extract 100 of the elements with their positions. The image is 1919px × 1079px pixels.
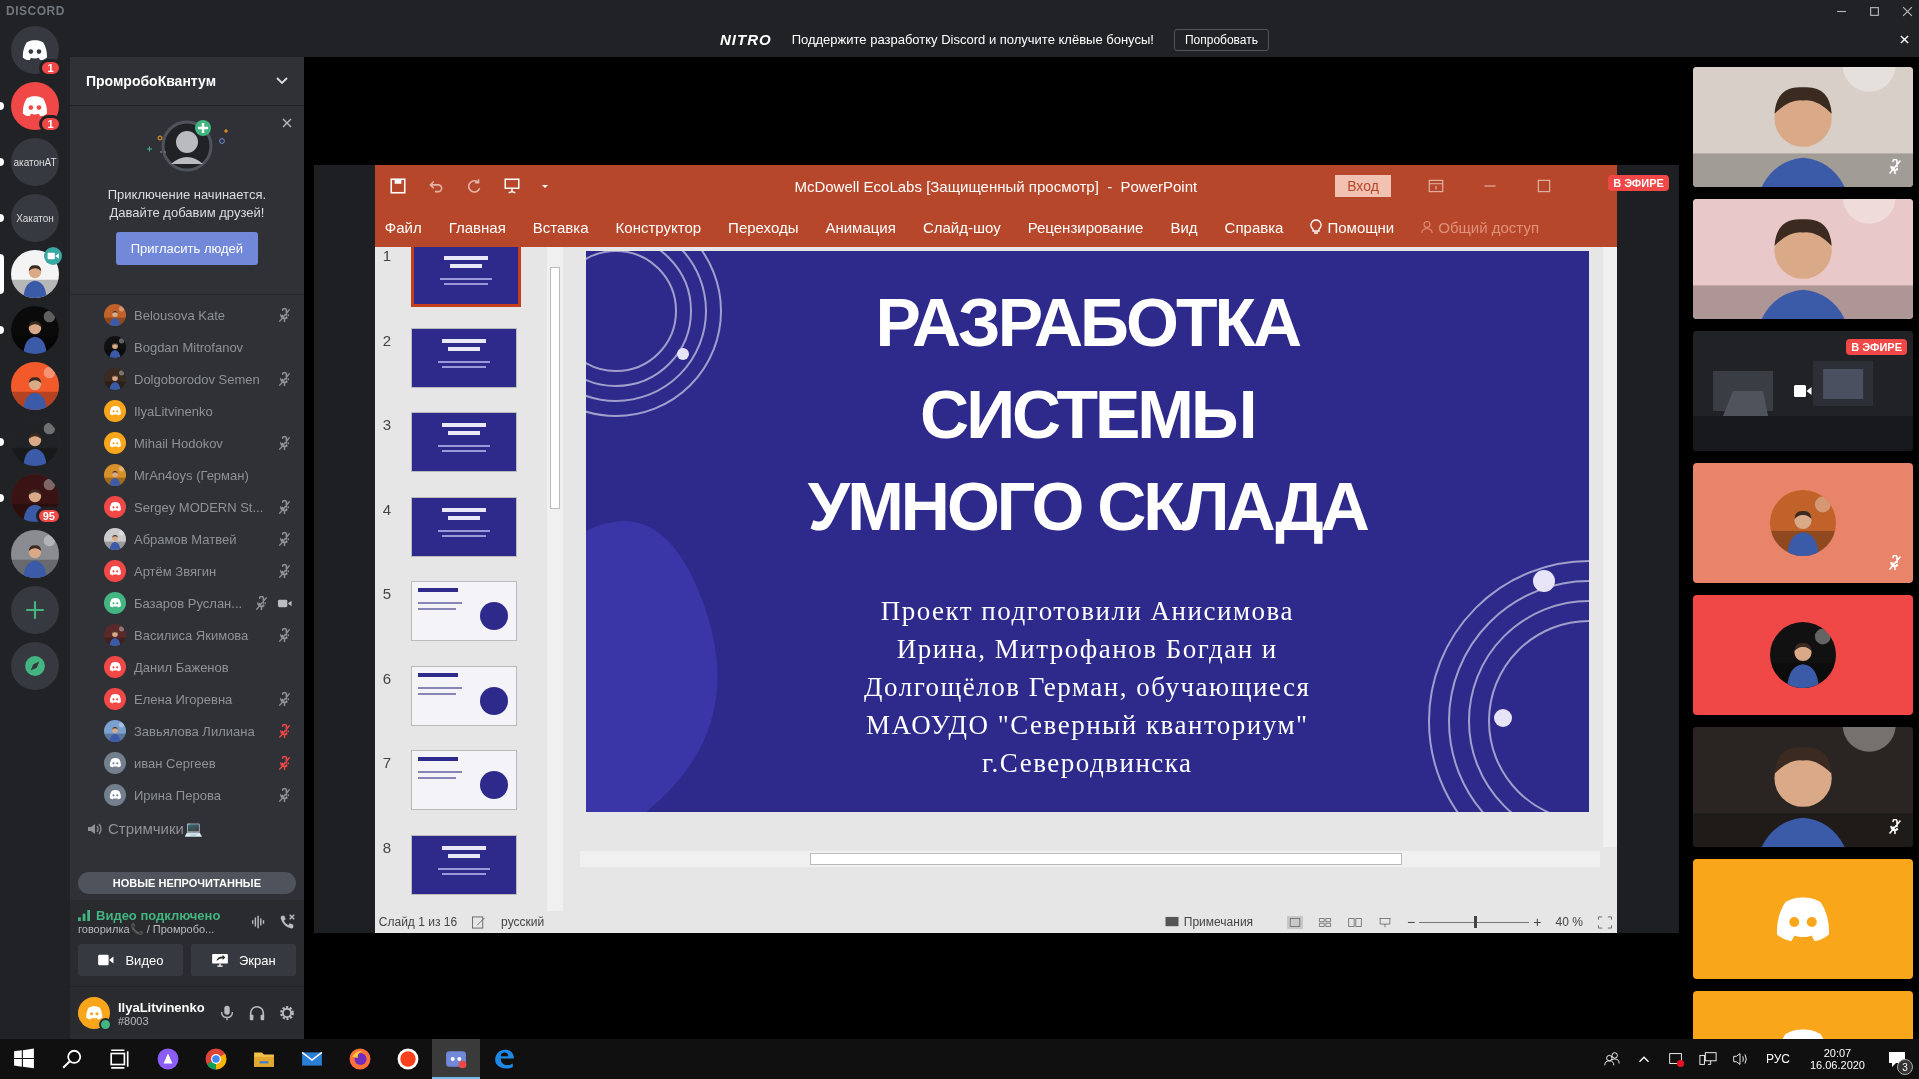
language-label[interactable]: русский: [501, 915, 545, 929]
voice-member[interactable]: Данил Баженов: [104, 654, 292, 680]
menu-tab[interactable]: Справка: [1224, 218, 1284, 236]
voice-member[interactable]: IlyaLitvinenko: [104, 398, 292, 424]
voice-member[interactable]: Ирина Перова: [104, 782, 292, 808]
close-icon[interactable]: [1902, 5, 1913, 17]
menu-tab[interactable]: Конструктор: [615, 218, 702, 236]
slide-number: 8: [382, 838, 393, 856]
slide-thumbnail[interactable]: [410, 412, 517, 472]
voice-action-button[interactable]: Экран: [190, 944, 296, 976]
task-view-icon: [109, 1048, 131, 1070]
network-icon[interactable]: [1698, 1050, 1717, 1068]
server-button[interactable]: [11, 26, 59, 74]
grid-view-icon[interactable]: [1317, 915, 1334, 929]
member-name: Данил Баженов: [134, 659, 230, 675]
save-icon[interactable]: [388, 177, 407, 195]
video-tile[interactable]: [1692, 595, 1913, 715]
promo-text: Поддержите разработку Discord и получите клёвые бонусы!: [791, 32, 1154, 47]
voice-member[interactable]: Bogdan Mitrofanov: [104, 334, 292, 360]
slide-thumbnail[interactable]: [410, 327, 517, 388]
video-tile[interactable]: [1692, 859, 1913, 979]
voice-member[interactable]: Dolgoborodov Semen: [104, 366, 292, 392]
voice-channel[interactable]: Стримчики💻: [86, 820, 304, 838]
voice-member[interactable]: Mihail Hodokov: [104, 430, 292, 456]
spellcheck-icon[interactable]: [471, 915, 488, 929]
voice-member[interactable]: Елена Игоревна: [104, 686, 292, 712]
app-title: DISCORD: [6, 4, 65, 18]
camera-icon: [1792, 383, 1813, 399]
scrollbar[interactable]: [1602, 247, 1617, 847]
dropdown-icon[interactable]: [540, 182, 549, 190]
menu-tab[interactable]: Слайд-шоу: [922, 218, 1001, 236]
voice-member[interactable]: Завьялова Лилиана: [104, 718, 292, 744]
maximize-icon[interactable]: [1869, 5, 1880, 17]
slide-thumbnail[interactable]: [410, 750, 517, 810]
video-tile[interactable]: [1692, 463, 1913, 583]
notes-button[interactable]: Примечания: [1163, 915, 1254, 929]
server-button[interactable]: Хакатон: [11, 194, 59, 242]
notes-icon: [1163, 915, 1180, 929]
connection-status: Видео подключено: [96, 908, 221, 923]
new-unread-banner[interactable]: НОВЫЕ НЕПРОЧИТАННЫЕ: [78, 872, 296, 894]
sign-in-button[interactable]: Вход: [1335, 175, 1391, 197]
menu-tab[interactable]: Вид: [1170, 218, 1198, 236]
zoom-slider[interactable]: − +: [1407, 914, 1542, 930]
reading-view-icon[interactable]: [1347, 915, 1364, 929]
scrollbar[interactable]: [579, 851, 1600, 867]
zoom-level[interactable]: 40 %: [1555, 915, 1583, 929]
lightbulb-icon: [1310, 219, 1323, 235]
compass-icon: [24, 655, 46, 677]
headphones-icon[interactable]: [247, 1004, 266, 1022]
invite-button[interactable]: Пригласить людей: [115, 232, 259, 265]
menu-tab[interactable]: Главная: [448, 218, 506, 236]
voice-member[interactable]: MrAn4oys (Герман): [104, 462, 292, 488]
slide-thumbnail[interactable]: [410, 247, 521, 307]
notification-button[interactable]: 3: [1875, 1039, 1919, 1079]
voice-member[interactable]: Belousova Kate: [104, 302, 292, 328]
voice-member[interactable]: иван Сергеев: [104, 750, 292, 776]
close-icon[interactable]: [281, 118, 292, 128]
voice-member[interactable]: Базаров Руслан...: [104, 590, 292, 616]
voice-action-button[interactable]: Видео: [78, 944, 183, 976]
ribbon-display-icon[interactable]: [1426, 177, 1445, 195]
slide-thumbnail[interactable]: [410, 834, 517, 895]
discord-logo-icon: [108, 406, 122, 416]
voice-member[interactable]: Артём Звягин: [104, 558, 292, 584]
menu-tab[interactable]: Анимация: [825, 218, 896, 236]
chevron-down-icon: [275, 77, 288, 85]
voice-member[interactable]: Абрамов Матвей: [104, 526, 292, 552]
try-button[interactable]: Попробовать: [1173, 28, 1269, 51]
presentation-icon[interactable]: [502, 177, 521, 195]
security-alert-icon[interactable]: [1666, 1050, 1685, 1068]
menu-tab[interactable]: Файл: [384, 218, 422, 236]
menu-tab[interactable]: Вставка: [532, 218, 589, 236]
clock-date[interactable]: 16.06.2020: [1809, 1059, 1865, 1071]
add-server-button[interactable]: [11, 586, 59, 634]
server-button[interactable]: [11, 82, 59, 130]
menu-tab[interactable]: Переходы: [728, 218, 799, 236]
explore-button[interactable]: [11, 642, 59, 690]
tell-me-field[interactable]: Помощни: [1310, 218, 1395, 236]
slide-thumbnail[interactable]: [410, 581, 517, 641]
member-name: Mihail Hodokov: [134, 435, 224, 451]
clock-time[interactable]: 20:07: [1823, 1047, 1852, 1059]
slideshow-icon[interactable]: [1377, 915, 1394, 929]
voice-member[interactable]: Василиса Якимова: [104, 622, 292, 648]
menu-tab[interactable]: Рецензирование: [1027, 218, 1144, 236]
server-header[interactable]: ПромробоКвантум: [70, 57, 304, 106]
slide-thumbnail[interactable]: [410, 496, 517, 557]
fit-to-window-icon[interactable]: [1596, 915, 1613, 929]
slide-thumbnail[interactable]: [410, 665, 517, 726]
input-language[interactable]: РУС: [1765, 1052, 1790, 1066]
member-name: Dolgoborodov Semen: [134, 371, 261, 387]
user-avatar-icon[interactable]: [78, 997, 110, 1029]
people-icon[interactable]: [1602, 1050, 1621, 1068]
speaker-icon: [86, 821, 102, 837]
live-badge: В ЭФИРЕ: [1846, 339, 1907, 355]
voice-member[interactable]: Sergey MODERN St...: [104, 494, 292, 520]
server-button[interactable]: акатонАТ: [11, 138, 59, 186]
voice-location[interactable]: говорилка📞 / Промробо...: [78, 923, 240, 936]
scrollbar[interactable]: [546, 247, 563, 911]
normal-view-icon[interactable]: [1287, 915, 1304, 929]
volume-icon[interactable]: [1730, 1050, 1749, 1068]
settings-icon[interactable]: [277, 1004, 296, 1022]
